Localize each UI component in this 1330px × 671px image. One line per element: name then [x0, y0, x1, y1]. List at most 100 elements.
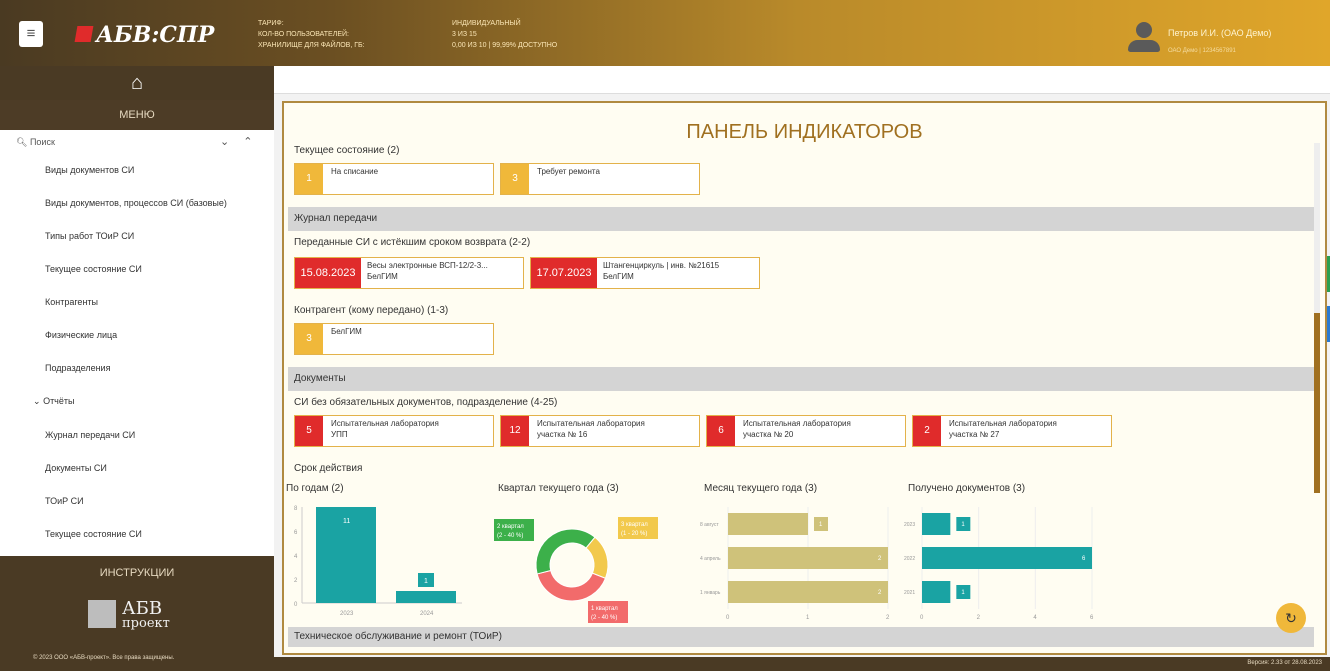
section-journal: Журнал передачи — [288, 207, 1314, 231]
copyright: © 2023 ООО «АБВ-проект». Все права защищ… — [33, 655, 175, 661]
slice-label: 2 квартал — [497, 524, 524, 530]
slice-label: 3 квартал — [621, 522, 648, 528]
card-label-line1: Испытательная лаборатория — [949, 419, 1057, 428]
chevron-down-icon[interactable]: ⌄ — [220, 136, 243, 148]
card-label-line1: Весы электронные ВСП-12/2-3... — [367, 261, 488, 270]
x-tick-label: 2024 — [420, 611, 434, 617]
card-label-line1: Штангенциркуль | инв. №21615 — [603, 261, 720, 270]
y-tick-label: 2 — [294, 578, 298, 584]
category-label: 2021 — [904, 590, 915, 596]
search-input[interactable]: 🔍︎ Поиск — [16, 137, 55, 148]
category-label: 8 август — [700, 522, 719, 528]
card-label-line2: УПП — [331, 430, 348, 439]
sidebar-item-work-types[interactable]: Типы работ ТОиР СИ — [45, 231, 134, 241]
card-count: 5 — [295, 416, 323, 446]
x-tick-label: 0 — [920, 615, 924, 621]
y-tick-label: 8 — [294, 506, 298, 512]
state-card[interactable]: 1 На списание — [294, 163, 494, 195]
storage-label: ХРАНИЛИЩЕ ДЛЯ ФАЙЛОВ, ГБ: — [258, 42, 365, 49]
instructions-link[interactable]: ИНСТРУКЦИИ — [0, 556, 274, 591]
nodocs-card[interactable]: 12 Испытательная лаборатория участка № 16 — [500, 415, 700, 447]
sidebar-item-report-state[interactable]: Текущее состояние СИ — [45, 529, 142, 539]
app-logo[interactable]: АБВ:СПР — [74, 22, 215, 48]
nodocs-card[interactable]: 6 Испытательная лаборатория участка № 20 — [706, 415, 906, 447]
x-tick-label: 4 — [1033, 615, 1037, 621]
card-count: 2 — [913, 416, 941, 446]
slice-value: (2 - 40 %) — [591, 615, 617, 621]
card-label-line2: участка № 16 — [537, 430, 588, 439]
sidebar-group-reports[interactable]: ⌄ Отчёты — [33, 396, 74, 407]
card-count: 1 — [295, 164, 323, 194]
nodocs-card[interactable]: 5 Испытательная лаборатория УПП — [294, 415, 494, 447]
state-card[interactable]: 3 Требует ремонта — [500, 163, 700, 195]
status-bar: Версия: 2.33 от 28.08.2023 — [274, 657, 1330, 671]
sidebar-item-persons[interactable]: Физические лица — [45, 330, 117, 340]
card-label-line2: участка № 27 — [949, 430, 1000, 439]
sidebar-item-doc-types-base[interactable]: Виды документов, процессов СИ (базовые) — [45, 198, 227, 208]
card-label-line1: Испытательная лаборатория — [331, 419, 439, 428]
hamburger-menu-icon[interactable]: ≡ — [19, 21, 43, 47]
card-label: Испытательная лаборатория участка № 20 — [743, 418, 851, 440]
card-count: 12 — [501, 416, 529, 446]
chart-title: Квартал текущего года (3) — [498, 483, 619, 494]
sidebar-item-report-toir[interactable]: ТОиР СИ — [45, 496, 84, 506]
bar — [922, 547, 1092, 569]
card-label-line1: Испытательная лаборатория — [743, 419, 851, 428]
search-placeholder: Поиск — [29, 137, 55, 147]
x-tick-label: 0 — [726, 615, 730, 621]
chart-title: По годам (2) — [286, 483, 344, 494]
x-tick-label: 2 — [886, 615, 890, 621]
nodocs-card[interactable]: 2 Испытательная лаборатория участка № 27 — [912, 415, 1112, 447]
sidebar-item-report-journal[interactable]: Журнал передачи СИ — [45, 430, 135, 440]
refresh-icon[interactable]: ↻ — [1276, 603, 1306, 633]
x-tick-label: 2023 — [340, 611, 354, 617]
sidebar-item-current-state[interactable]: Текущее состояние СИ — [45, 264, 142, 274]
card-count: 3 — [501, 164, 529, 194]
tariff-value: ИНДИВИДУАЛЬНЫЙ — [452, 20, 521, 27]
users-label: КОЛ-ВО ПОЛЬЗОВАТЕЛЕЙ: — [258, 31, 349, 38]
chevron-down-icon: ⌄ — [33, 396, 41, 406]
chevron-up-icon[interactable]: ⌃ — [243, 136, 266, 148]
overdue-card[interactable]: 15.08.2023 Весы электронные ВСП-12/2-3..… — [294, 257, 524, 289]
logo-text: АБВ:СПР — [96, 22, 215, 48]
x-tick-label: 1 — [806, 615, 810, 621]
user-org: ОАО Демо | 1234567891 — [1168, 48, 1236, 54]
user-name[interactable]: Петров И.И. (ОАО Демо) — [1168, 28, 1271, 38]
top-header: ≡ АБВ:СПР ТАРИФ: КОЛ-ВО ПОЛЬЗОВАТЕЛЕЙ: Х… — [0, 0, 1330, 66]
card-label: На списание — [331, 167, 379, 176]
indicator-panel: ПАНЕЛЬ ИНДИКАТОРОВ Текущее состояние (2)… — [282, 101, 1327, 655]
sidebar-item-doc-types[interactable]: Виды документов СИ — [45, 165, 134, 175]
sidebar-item-counterparties[interactable]: Контрагенты — [45, 297, 98, 307]
slice-value: (1 - 20 %) — [621, 531, 647, 537]
chart-received-docs: 0 2 4 62023 12022 62021 1 — [904, 507, 1094, 621]
section-toir: Техническое обслуживание и ремонт (ТОиР) — [288, 627, 1314, 647]
sidebar: ⌂ МЕНЮ 🔍︎ Поиск ⌄⌃ Виды документов СИ Ви… — [0, 66, 274, 671]
card-label-line2: БелГИМ — [603, 272, 634, 281]
sidebar-item-report-docs[interactable]: Документы СИ — [45, 463, 107, 473]
category-label: 2023 — [904, 522, 915, 528]
card-label: Штангенциркуль | инв. №21615 БелГИМ — [603, 260, 719, 282]
user-avatar-icon[interactable] — [1128, 22, 1160, 54]
overdue-card[interactable]: 17.07.2023 Штангенциркуль | инв. №21615 Б… — [530, 257, 760, 289]
tariff-label: ТАРИФ: — [258, 20, 284, 27]
scrollbar-thumb[interactable] — [1314, 313, 1320, 493]
y-tick-label: 6 — [294, 530, 298, 536]
home-icon[interactable]: ⌂ — [0, 66, 274, 100]
bar — [396, 591, 456, 603]
bar — [728, 581, 888, 603]
card-label: БелГИМ — [331, 327, 362, 336]
y-tick-label: 4 — [294, 554, 298, 560]
vertical-scrollbar[interactable] — [1314, 143, 1320, 493]
counterparty-card[interactable]: 3 БелГИМ — [294, 323, 494, 355]
card-label: Испытательная лаборатория участка № 27 — [949, 418, 1057, 440]
brand-logo-mark — [88, 600, 116, 628]
sidebar-item-departments[interactable]: Подразделения — [45, 363, 110, 373]
pie-slice — [535, 528, 596, 575]
bar — [728, 513, 808, 535]
x-tick-label: 2 — [977, 615, 981, 621]
category-label: 2022 — [904, 556, 915, 562]
collapse-controls[interactable]: ⌄⌃ — [220, 135, 266, 148]
card-label-line1: Испытательная лаборатория — [537, 419, 645, 428]
card-label: Испытательная лаборатория УПП — [331, 418, 439, 440]
card-label: Требует ремонта — [537, 167, 600, 176]
